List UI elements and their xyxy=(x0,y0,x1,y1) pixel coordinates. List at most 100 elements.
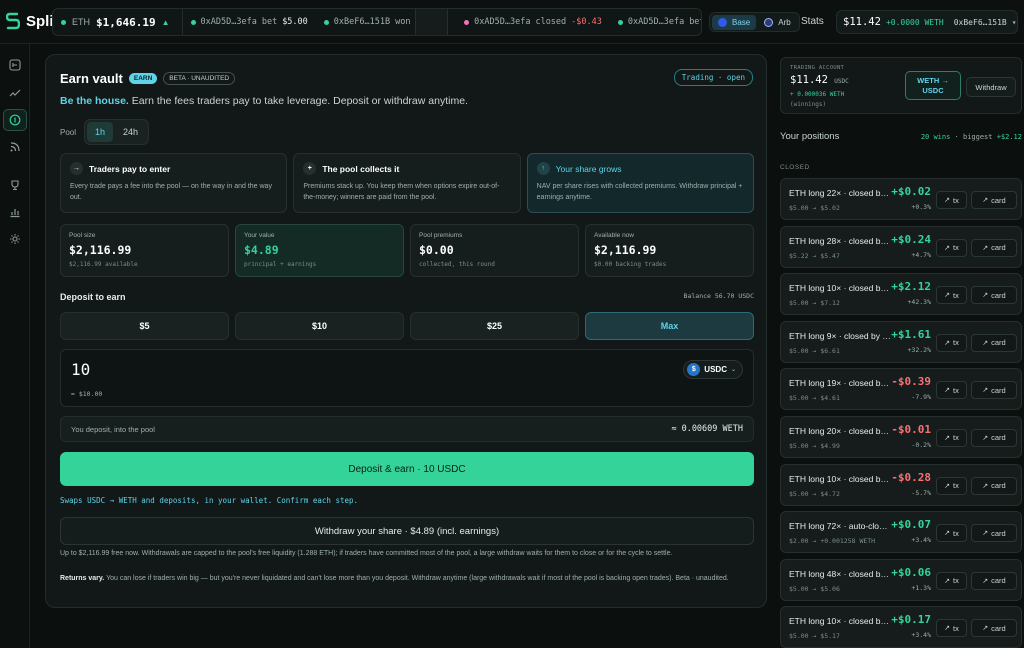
step-description: Every trade pays a fee into the pool — o… xyxy=(70,183,272,201)
event-address: 0xAD5D…3efa xyxy=(474,17,531,27)
card-link-button[interactable]: ↗ card xyxy=(971,286,1017,305)
nav-earn[interactable] xyxy=(3,109,27,131)
nav-settings[interactable] xyxy=(3,228,27,250)
amount-value[interactable]: 10 xyxy=(71,360,90,379)
tx-link-button[interactable]: ↗ tx xyxy=(936,571,967,590)
event-amount: -$0.43 xyxy=(571,17,602,27)
external-link-icon: ↗ xyxy=(944,434,951,442)
closed-positions-list: ETH long 22× · closed by you $5.00 → $5.0… xyxy=(780,178,1022,648)
trophy-icon xyxy=(11,180,19,191)
event-verb: won xyxy=(395,17,411,27)
tx-link-button[interactable]: ↗ tx xyxy=(936,524,967,543)
position-range: $5.00 → $6.61 xyxy=(789,346,840,355)
stats-icon xyxy=(10,209,20,218)
external-link-icon: ↗ xyxy=(944,482,951,490)
tx-link-button[interactable]: ↗ tx xyxy=(936,381,967,400)
vault-stats: Pool size $2,116.99 $2,116.99 available You… xyxy=(60,224,754,277)
external-link-icon: ↗ xyxy=(944,292,951,300)
how-it-works: → Traders pay to enter Every trade pays a … xyxy=(60,153,754,213)
card-link-button[interactable]: ↗ card xyxy=(971,428,1017,447)
usdc-icon: $ xyxy=(687,363,701,376)
biggest-label: · biggest xyxy=(954,133,993,141)
stat-subtext: collected, this round xyxy=(419,261,495,268)
card-label: card xyxy=(991,338,1006,348)
nav-trade[interactable] xyxy=(3,82,27,104)
position-row: ETH long 20× · closed by you $5.00 → $4.9… xyxy=(780,415,1022,458)
card-link-button[interactable]: ↗ card xyxy=(971,476,1017,495)
external-link-icon: ↗ xyxy=(944,197,951,204)
position-name: ETH long 28× · closed by you xyxy=(789,235,891,246)
pool-segmented-control: 1h 24h xyxy=(84,119,150,145)
network-switcher: Base Arb xyxy=(709,12,800,32)
logo[interactable]: Split xyxy=(6,12,59,30)
card-link-button[interactable]: ↗ card xyxy=(971,571,1017,590)
tx-link-button[interactable]: ↗ tx xyxy=(936,333,967,352)
tx-link-button[interactable]: ↗ tx xyxy=(936,286,967,305)
position-name: ETH long 72× · auto-closed xyxy=(789,521,891,532)
tx-link-button[interactable]: ↗ tx xyxy=(936,238,967,257)
trading-account-label: TRADING ACCOUNT xyxy=(790,65,845,71)
account-pill[interactable]: $11.42 +0.0000 WETH 0xBeF6…151B ▾ xyxy=(836,10,1018,34)
tx-link-button[interactable]: ↗ tx xyxy=(936,428,967,447)
stat-card: Your value $4.89 principal + earnings xyxy=(235,224,404,277)
card-link-button[interactable]: ↗ card xyxy=(971,191,1017,209)
position-pnl: +$0.06 xyxy=(891,565,931,579)
token-selector[interactable]: $ USDC ⌄ xyxy=(683,360,743,379)
position-range: $5.00 → $5.06 xyxy=(789,584,840,593)
amount-option-button[interactable]: $25 xyxy=(410,312,579,340)
position-name: ETH long 20× · closed by you xyxy=(789,425,891,436)
network-base-button[interactable]: Base xyxy=(712,14,757,30)
stat-card: Available now $2,116.99 $0.00 backing trad… xyxy=(585,224,754,277)
position-name: ETH long 10× · closed by you xyxy=(789,283,891,294)
convert-weth-button[interactable]: WETH → USDC xyxy=(905,71,961,100)
amount-option-button[interactable]: Max xyxy=(585,312,754,340)
position-pnl: -$0.28 xyxy=(891,470,931,484)
nav-feed[interactable] xyxy=(3,136,27,158)
position-pnl: +$0.17 xyxy=(891,613,931,627)
account-currency: USDC xyxy=(834,78,849,85)
network-arb-button[interactable]: Arb xyxy=(758,15,796,30)
settings-icon xyxy=(10,234,20,244)
amount-option-button[interactable]: $5 xyxy=(60,312,229,340)
card-link-button[interactable]: ↗ card xyxy=(971,381,1017,400)
tx-link-button[interactable]: ↗ tx xyxy=(936,619,967,638)
positions-title: Your positions xyxy=(780,131,840,142)
page-title: Earn vault xyxy=(60,71,123,86)
position-row: ETH long 19× · closed by you $5.00 → $4.6… xyxy=(780,368,1022,411)
nav-wallet[interactable] xyxy=(3,54,27,76)
stat-subtext: $0.00 backing trades xyxy=(594,261,667,268)
deposit-button[interactable]: Deposit & earn · 10 USDC xyxy=(60,452,754,486)
account-withdraw-button[interactable]: Withdraw xyxy=(966,77,1016,97)
tx-link-button[interactable]: ↗ tx xyxy=(936,476,967,495)
nav-stats[interactable] xyxy=(3,201,27,223)
event-dot xyxy=(190,19,196,25)
position-row: ETH long 28× · closed by you $5.22 → $5.4… xyxy=(780,225,1022,268)
card-link-button[interactable]: ↗ card xyxy=(971,333,1017,352)
stats-link[interactable]: Stats xyxy=(801,16,824,27)
external-link-icon: ↗ xyxy=(982,292,989,300)
external-link-icon: ↗ xyxy=(982,387,989,395)
position-pnl: +$0.02 xyxy=(891,185,931,198)
stat-label: Pool size xyxy=(69,232,96,239)
step-description: Premiums stack up. You keep them when op… xyxy=(303,183,500,201)
position-pnl: +$2.12 xyxy=(891,280,931,294)
card-link-button[interactable]: ↗ card xyxy=(971,238,1017,257)
tx-label: tx xyxy=(953,195,959,205)
position-name: ETH long 9× · closed by you xyxy=(789,330,891,341)
withdraw-button[interactable]: Withdraw your share · $4.89 (incl. earni… xyxy=(60,517,754,545)
pool-option-1h[interactable]: 1h xyxy=(87,122,114,142)
pool-option-24h[interactable]: 24h xyxy=(115,122,146,142)
position-row: ETH long 10× · closed by you $5.00 → $4.7… xyxy=(780,463,1022,506)
quick-amounts: $5 $10 $25 Max xyxy=(60,312,754,340)
card-link-button[interactable]: ↗ card xyxy=(971,524,1017,543)
nav-leaderboard[interactable] xyxy=(3,174,27,196)
tx-link-button[interactable]: ↗ tx xyxy=(936,191,967,209)
summary-value: ≈ 0.00609 WETH xyxy=(671,424,743,434)
position-row: ETH long 48× · closed by you $5.00 → $5.0… xyxy=(780,558,1022,601)
card-link-button[interactable]: ↗ card xyxy=(971,619,1017,638)
amount-option-button[interactable]: $10 xyxy=(235,312,404,340)
position-range: $5.00 → $7.12 xyxy=(789,299,840,308)
deposit-amount-input[interactable]: 10 ≈ $10.00 $ USDC ⌄ xyxy=(60,349,754,407)
position-pnl-percent: -5.7% xyxy=(911,488,931,497)
tx-label: tx xyxy=(953,623,959,633)
